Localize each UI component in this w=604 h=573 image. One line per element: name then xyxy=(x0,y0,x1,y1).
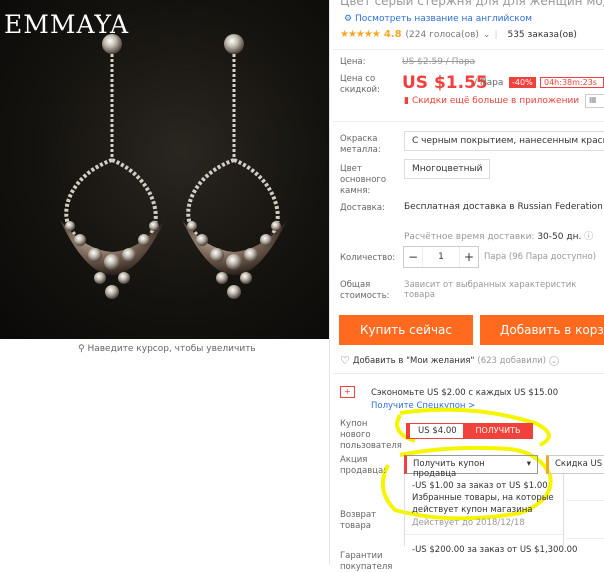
price-unit: / Пара xyxy=(474,78,504,88)
coupon-icon: + xyxy=(340,386,355,398)
heart-icon: ♡ xyxy=(340,354,350,367)
countdown-timer: 04h:38m:23s xyxy=(540,77,604,88)
delivery-value[interactable]: Бесплатная доставка в Russian Federation… xyxy=(404,202,604,212)
divider xyxy=(566,538,604,539)
total-value: Зависит от выбранных характеристик товар… xyxy=(404,280,577,300)
total-label: Общая стоимость: xyxy=(340,280,390,301)
magnifier-icon: ⚲ xyxy=(78,344,85,354)
translate-icon: ⚙ xyxy=(344,14,353,24)
coupon2-amount[interactable]: -US $200.00 за заказ от US $1,300.00 xyxy=(412,545,577,555)
coupon1-valid: Действует до 2018/12/18 xyxy=(412,518,525,528)
rating-value: 4.8 xyxy=(383,29,402,40)
coupon1-desc-2: действует купон магазина xyxy=(412,505,533,515)
new-user-coupon-label: Купон нового пользователя xyxy=(340,419,402,451)
translate-link[interactable]: ⚙ Посмотреть название на английском xyxy=(344,14,532,24)
buy-now-button[interactable]: Купить сейчас xyxy=(339,315,473,345)
add-to-cart-button[interactable]: Добавить в корзи xyxy=(480,315,604,345)
divider xyxy=(333,373,604,374)
new-user-coupon-value: US $4.00 xyxy=(406,423,466,439)
metal-color-option[interactable]: С черным покрытием, нанесенным краскопу xyxy=(404,131,604,151)
old-price: US $2.59 / Пара xyxy=(402,57,476,67)
guarantee-label: Гарантии покупателя xyxy=(340,551,393,572)
divider xyxy=(333,121,604,122)
stone-color-label: Цвет основного камня: xyxy=(340,164,387,196)
app-promo[interactable]: ▮ Скидки ещё больше в приложении xyxy=(404,96,579,106)
discount-badge: -40% xyxy=(509,77,536,88)
divider xyxy=(566,500,604,501)
orders-count: 535 заказа(ов) xyxy=(507,29,577,40)
phone-icon: ▮ xyxy=(404,96,409,106)
quantity-stepper: − 1 + xyxy=(403,246,479,268)
votes-count[interactable]: (224 голоса(ов) xyxy=(406,30,479,40)
quantity-minus-button[interactable]: − xyxy=(404,250,422,264)
seller-promo-label: Акция продавца: xyxy=(340,455,387,476)
savings-text: Сэкономьте US $2.00 с каждых US $15.00 xyxy=(371,388,559,398)
chevron-down-icon[interactable]: ⌄ xyxy=(548,355,559,366)
seller-coupon-dropdown[interactable]: Получить купон продавца ▾ xyxy=(404,455,538,479)
quantity-input[interactable]: 1 xyxy=(422,247,460,267)
earrings-image xyxy=(60,34,287,299)
quantity-label: Количество: xyxy=(340,253,396,263)
delivery-time: Расчётное время доставки: 30-50 дн. ⓘ xyxy=(404,232,594,242)
quantity-available: Пара (96 Пара доступно) xyxy=(484,252,597,262)
brand-logo: EMMAYA xyxy=(4,10,130,39)
product-image[interactable]: EMMAYA xyxy=(0,0,329,339)
info-icon[interactable]: ⓘ xyxy=(584,232,593,242)
product-title: Цвет серый стержня для для женщин мода д… xyxy=(340,0,604,8)
rating-row: ★★★★★ 4.8 (224 голоса(ов) ⌄ | 535 заказа… xyxy=(340,29,577,40)
coupon1-amount[interactable]: -US $1.00 за заказ от US $1.00 xyxy=(412,481,548,491)
metal-color-label: Окраска металла: xyxy=(340,134,381,155)
wishlist-link[interactable]: ♡ Добавить в "Мои желания" (623 добавили… xyxy=(340,354,559,367)
divider xyxy=(333,49,604,50)
discount-price-label: Цена со скидкой: xyxy=(340,74,380,95)
get-coupon-button[interactable]: ПОЛУЧИТЬ xyxy=(463,423,533,439)
return-label: Возврат товара xyxy=(340,510,377,531)
price-label: Цена: xyxy=(340,57,366,67)
stone-color-option[interactable]: Многоцветный xyxy=(404,159,491,179)
chevron-down-icon[interactable]: ⌄ xyxy=(483,30,491,40)
quantity-plus-button[interactable]: + xyxy=(460,250,478,264)
qr-code-button[interactable]: ▦ xyxy=(585,94,604,108)
divider xyxy=(405,534,563,535)
caret-down-icon: ▾ xyxy=(526,459,531,469)
seller-discount-chip[interactable]: Скидка US $ xyxy=(546,455,604,474)
rating-stars-icon: ★★★★★ xyxy=(340,29,381,40)
zoom-hint: ⚲ Наведите курсор, чтобы увеличить xyxy=(78,344,256,354)
coupon1-desc: Избранные товары, на которые xyxy=(412,493,554,503)
delivery-label: Доставка: xyxy=(340,203,385,213)
column-divider xyxy=(329,0,330,565)
